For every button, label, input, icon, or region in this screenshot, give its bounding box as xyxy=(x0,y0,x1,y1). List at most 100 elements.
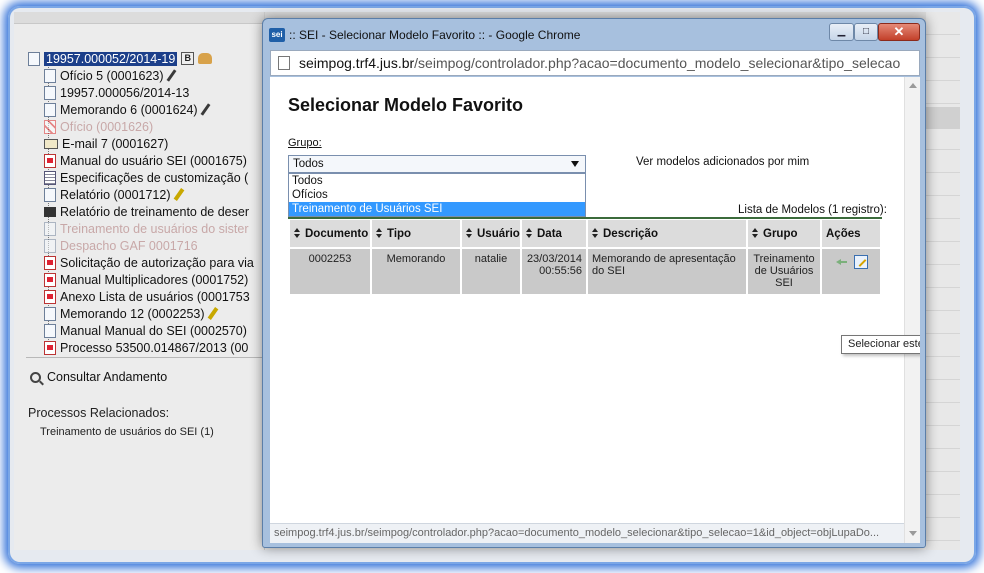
grupo-select[interactable]: Todos xyxy=(288,155,586,173)
scroll-up-icon[interactable] xyxy=(909,83,917,88)
sort-icon[interactable] xyxy=(466,227,473,239)
vertical-scrollbar[interactable] xyxy=(904,77,920,543)
tree-item-label[interactable]: Especificações de customização ( xyxy=(60,171,248,185)
signature-pen-icon[interactable] xyxy=(173,188,184,201)
tree-item[interactable]: Solicitação de autorização para via xyxy=(44,254,254,271)
tree-item-label[interactable]: Relatório de treinamento de deser xyxy=(60,205,249,219)
signature-pen-icon[interactable] xyxy=(200,103,211,116)
block-badge[interactable]: B xyxy=(181,52,195,65)
col-acoes-label: Ações xyxy=(826,227,861,240)
table-header-row: Documento Tipo Usuário Data Descrição Gr… xyxy=(290,220,880,247)
tree-item-label[interactable]: Despacho GAF 0001716 xyxy=(60,239,198,253)
document-icon xyxy=(44,323,56,338)
email-icon xyxy=(44,138,58,149)
scroll-down-icon[interactable] xyxy=(909,531,917,536)
pdf-icon xyxy=(44,289,56,304)
pdf-icon xyxy=(44,340,56,355)
signature-pen-icon[interactable] xyxy=(166,69,177,82)
grupo-label: Grupo: xyxy=(288,137,322,149)
cell-usuario: natalie xyxy=(462,247,520,294)
tree-item-label[interactable]: Manual do usuário SEI (0001675) xyxy=(60,154,247,168)
tree-item[interactable]: Treinamento de usuários do sister xyxy=(44,220,249,237)
signature-pen-icon[interactable] xyxy=(207,307,218,320)
tree-item[interactable]: 19957.000056/2014-13 xyxy=(44,84,189,101)
tree-item[interactable]: Manual Multiplicadores (0001752) xyxy=(44,271,248,288)
tree-item[interactable]: Especificações de customização ( xyxy=(44,169,248,186)
background-right-panel xyxy=(926,12,960,550)
sort-icon[interactable] xyxy=(752,227,759,239)
col-documento-header[interactable]: Documento xyxy=(290,220,370,247)
tree-item-label[interactable]: Memorando 12 (0002253) xyxy=(60,307,205,321)
process-link-icon xyxy=(44,85,56,100)
sei-logo-icon: sei xyxy=(269,28,285,42)
pdf-icon xyxy=(44,153,56,168)
tree-item-label[interactable]: Processo 53500.014867/2013 (00 xyxy=(60,341,248,355)
dropdown-arrow-icon[interactable] xyxy=(571,161,579,167)
tree-item-label[interactable]: Memorando 6 (0001624) xyxy=(60,103,198,117)
cell-grupo: Treinamento de Usuários SEI xyxy=(748,247,820,294)
tree-item[interactable]: Manual do usuário SEI (0001675) xyxy=(44,152,247,169)
window-titlebar[interactable]: sei :: SEI - Selecionar Modelo Favorito … xyxy=(263,19,925,50)
tree-item[interactable]: Memorando 12 (0002253) xyxy=(44,305,218,322)
grupo-option-oficios[interactable]: Ofícios xyxy=(289,188,585,202)
models-table: Documento Tipo Usuário Data Descrição Gr… xyxy=(288,220,882,294)
tree-item-label[interactable]: Ofício (0001626) xyxy=(60,120,153,134)
col-grupo-header[interactable]: Grupo xyxy=(748,220,820,247)
url-text[interactable]: seimpog.trf4.jus.br/seimpog/controlador.… xyxy=(299,55,915,71)
tree-item-label[interactable]: Manual Manual do SEI (0002570) xyxy=(60,324,247,338)
tree-item-label[interactable]: Treinamento de usuários do sister xyxy=(60,222,249,236)
process-root[interactable]: 19957.000052/2014-19 B xyxy=(28,50,213,67)
url-path: /seimpog/controlador.php?acao=documento_… xyxy=(414,55,901,71)
tree-item-label[interactable]: Solicitação de autorização para via xyxy=(60,256,254,270)
tree-item[interactable]: Relatório (0001712) xyxy=(44,186,184,203)
cancelled-document-icon xyxy=(44,119,56,134)
tree-item[interactable]: Relatório de treinamento de deser xyxy=(44,203,249,220)
col-data-header[interactable]: Data xyxy=(522,220,586,247)
consultar-andamento-link[interactable]: Consultar Andamento xyxy=(30,370,167,384)
col-tipo-header[interactable]: Tipo xyxy=(372,220,460,247)
tree-item[interactable]: Manual Manual do SEI (0002570) xyxy=(44,322,247,339)
tree-item-label[interactable]: Anexo Lista de usuários (0001753 xyxy=(60,290,250,304)
grupo-option-treinamento[interactable]: Treinamento de Usuários SEI xyxy=(289,202,585,216)
select-model-icon[interactable] xyxy=(854,255,868,269)
tree-item[interactable]: Despacho GAF 0001716 xyxy=(44,237,198,254)
cell-descricao: Memorando de apresentação do SEI xyxy=(588,247,746,294)
pdf-icon xyxy=(44,255,56,270)
grupo-label-text: Grupo: xyxy=(288,137,322,149)
tree-item-label[interactable]: Manual Multiplicadores (0001752) xyxy=(60,273,248,287)
col-documento-label: Documento xyxy=(305,227,369,240)
sort-icon[interactable] xyxy=(526,227,533,239)
tree-item-label[interactable]: Relatório (0001712) xyxy=(60,188,171,202)
tooltip-selecionar-modelo: Selecionar este Modelo xyxy=(841,335,920,354)
tree-item[interactable]: Ofício (0001626) xyxy=(44,118,153,135)
sort-icon[interactable] xyxy=(376,227,383,239)
tree-item[interactable]: E-mail 7 (0001627) xyxy=(44,135,168,152)
hand-icon[interactable] xyxy=(198,53,213,64)
close-button[interactable]: ✕ xyxy=(878,23,920,41)
sort-icon[interactable] xyxy=(592,227,599,239)
address-bar[interactable]: seimpog.trf4.jus.br/seimpog/controlador.… xyxy=(270,50,920,76)
tree-item[interactable]: Memorando 6 (0001624) xyxy=(44,101,211,118)
document-icon xyxy=(44,102,56,117)
grupo-option-todos[interactable]: Todos xyxy=(289,174,585,188)
col-usuario-label: Usuário xyxy=(477,227,520,240)
col-usuario-header[interactable]: Usuário xyxy=(462,220,520,247)
maximize-button[interactable]: □ xyxy=(854,23,878,41)
status-bar-url: seimpog.trf4.jus.br/seimpog/controlador.… xyxy=(270,523,904,543)
processo-relacionado-link[interactable]: Treinamento de usuários do SEI (1) xyxy=(40,426,214,438)
process-root-label[interactable]: 19957.000052/2014-19 xyxy=(44,51,178,66)
tree-item-label[interactable]: E-mail 7 (0001627) xyxy=(62,137,168,151)
minimize-button[interactable]: ▁ xyxy=(829,23,854,41)
tree-item[interactable]: Anexo Lista de usuários (0001753 xyxy=(44,288,250,305)
col-data-label: Data xyxy=(537,227,562,240)
col-descricao-header[interactable]: Descrição xyxy=(588,220,746,247)
tree-item-label[interactable]: Ofício 5 (0001623) xyxy=(60,69,164,83)
back-arrow-icon[interactable] xyxy=(836,257,848,267)
tree-item[interactable]: Ofício 5 (0001623) xyxy=(44,67,177,84)
consultar-andamento-label[interactable]: Consultar Andamento xyxy=(47,370,167,384)
tree-item-label[interactable]: 19957.000056/2014-13 xyxy=(60,86,189,100)
tree-item[interactable]: Processo 53500.014867/2013 (00 xyxy=(44,339,248,356)
process-folder-icon xyxy=(28,51,40,66)
sort-icon[interactable] xyxy=(294,227,301,239)
ver-modelos-link[interactable]: Ver modelos adicionados por mim xyxy=(636,156,809,168)
